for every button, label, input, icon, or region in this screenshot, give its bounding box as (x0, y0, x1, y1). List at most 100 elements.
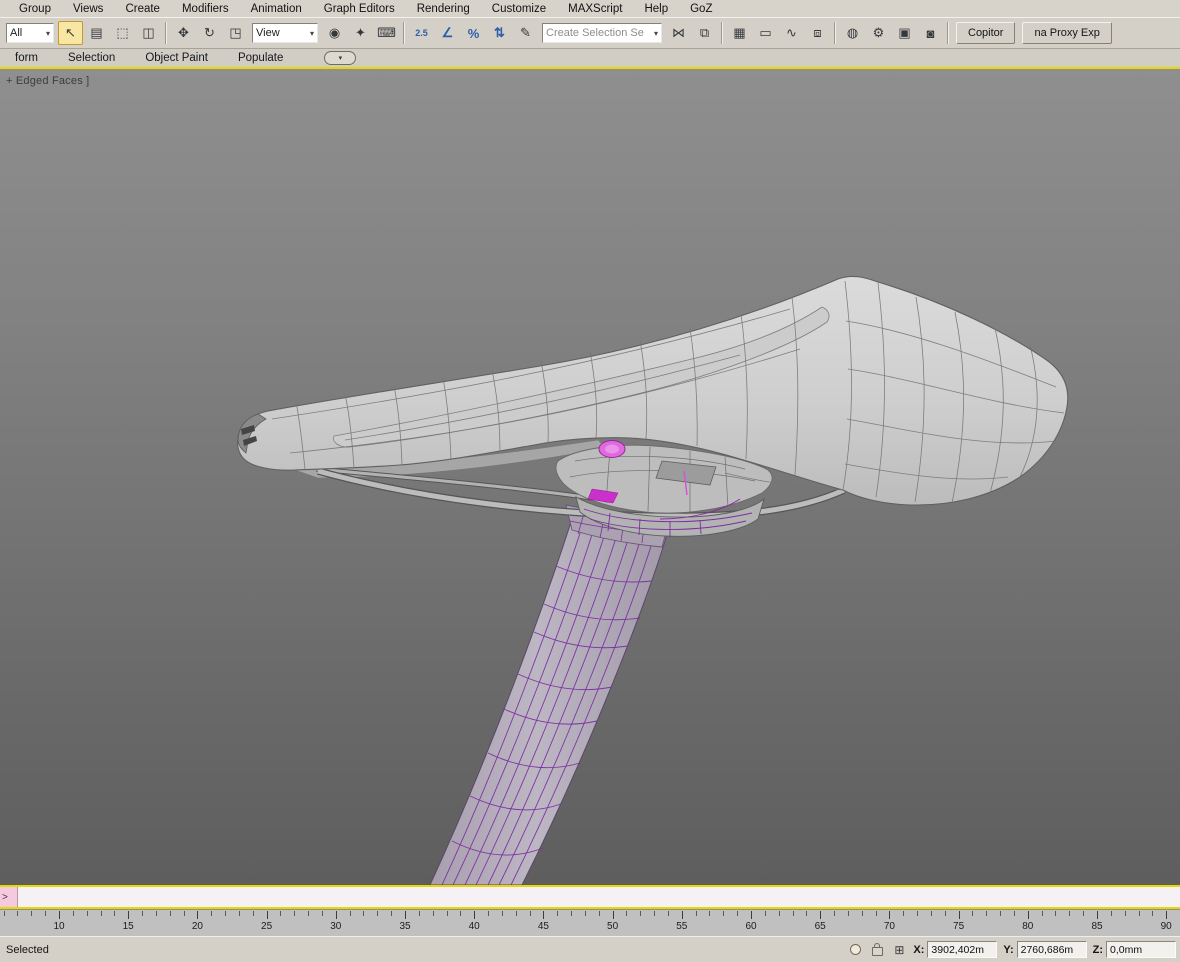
timeline-tick (986, 911, 987, 916)
seatpost[interactable] (430, 519, 668, 885)
macro-recorder-pane[interactable]: > (0, 887, 18, 907)
window-crossing-icon[interactable]: ◫ (136, 21, 161, 45)
timeline-tick (626, 911, 627, 916)
ribbon-tabs: formSelectionObject PaintPopulate (0, 52, 298, 64)
timeline-tick (709, 911, 710, 916)
named-selection-sets-dropdown[interactable]: Create Selection Se▾ (542, 23, 662, 43)
align-icon[interactable]: ⧉ (692, 21, 717, 45)
keyboard-shortcut-override-icon[interactable]: ⌨ (374, 21, 399, 45)
viewport-3d-canvas[interactable] (0, 69, 1180, 885)
timeline-tick (253, 911, 254, 916)
use-pivot-point-icon[interactable]: ◉ (322, 21, 347, 45)
select-and-manipulate-icon[interactable]: ✦ (348, 21, 373, 45)
timeline-tick (640, 911, 641, 916)
rectangular-selection-region-icon[interactable]: ⬚ (110, 21, 135, 45)
isolate-selection-icon[interactable] (847, 942, 863, 958)
timeline-tick-label: 45 (538, 921, 549, 932)
timeline-tick-label: 90 (1161, 921, 1172, 932)
chevron-down-icon: ▾ (310, 29, 314, 38)
menu-customize[interactable]: Customize (481, 2, 557, 16)
menu-graph-editors[interactable]: Graph Editors (313, 2, 406, 16)
statusbar: Selected ⊞ X: 3902,402m Y: 2760,686m Z: … (0, 936, 1180, 962)
curve-editor-icon[interactable]: ∿ (779, 21, 804, 45)
edit-named-selection-sets-icon[interactable]: ✎ (513, 21, 538, 45)
timeline-tick (87, 911, 88, 916)
timeline-tick-label: 25 (261, 921, 272, 932)
timeline-tick (1097, 911, 1098, 919)
select-by-name-icon[interactable]: ▤ (84, 21, 109, 45)
timeline-tick (322, 911, 323, 916)
timeline-tick (17, 911, 18, 916)
ribbon-tab-object-paint[interactable]: Object Paint (130, 52, 223, 64)
toolbar-separator (834, 22, 836, 44)
timeline-tick-label: 50 (607, 921, 618, 932)
timeline-tick-label: 20 (192, 921, 203, 932)
z-coordinate-field[interactable]: 0,0mm (1106, 941, 1176, 958)
menu-modifiers[interactable]: Modifiers (171, 2, 240, 16)
mirror-icon[interactable]: ⋈ (666, 21, 691, 45)
menu-rendering[interactable]: Rendering (406, 2, 481, 16)
timeline-tick (1152, 911, 1153, 916)
timeline-tick (1055, 911, 1056, 916)
timeline-tick (1083, 911, 1084, 916)
selection-filter-dropdown[interactable]: All▾ (6, 23, 54, 43)
select-and-move-icon[interactable]: ✥ (171, 21, 196, 45)
timeline-tick-label: 15 (123, 921, 134, 932)
timeline-tick (1028, 911, 1029, 919)
timeline-tick (599, 911, 600, 916)
timeline-tick (350, 911, 351, 916)
timeline-tick (1139, 911, 1140, 916)
spinner-snap-icon[interactable]: ⇅ (487, 21, 512, 45)
menu-goz[interactable]: GoZ (679, 2, 723, 16)
lock-selection-icon[interactable] (869, 942, 885, 958)
menu-help[interactable]: Help (633, 2, 679, 16)
timeline-ruler[interactable]: 1015202530354045505560657075808590 (0, 909, 1180, 936)
render-setup-icon[interactable]: ⚙ (866, 21, 891, 45)
timeline-tick (557, 911, 558, 916)
maxscript-mini-listener[interactable]: > (0, 885, 1180, 909)
timeline-tick (142, 911, 143, 916)
snap-toggle-2-5d-icon[interactable]: 2.5 (409, 21, 434, 45)
menu-create[interactable]: Create (114, 2, 171, 16)
select-and-scale-icon[interactable]: ◳ (223, 21, 248, 45)
timeline-tick (959, 911, 960, 919)
menu-animation[interactable]: Animation (240, 2, 313, 16)
timeline-tick (156, 911, 157, 916)
graphite-ribbon-toggle-icon[interactable]: ▭ (753, 21, 778, 45)
reference-coordinate-system-dropdown[interactable]: View▾ (252, 23, 318, 43)
x-coordinate-field[interactable]: 3902,402m (927, 941, 997, 958)
schematic-view-icon[interactable]: ⧈ (805, 21, 830, 45)
chevron-down-icon: ▾ (339, 54, 343, 62)
ribbon-tab-form[interactable]: form (0, 52, 53, 64)
timeline-tick (377, 911, 378, 916)
timeline-tick (779, 911, 780, 916)
timeline-tick (502, 911, 503, 916)
timeline-tick (723, 911, 724, 916)
proxy-exporter-button[interactable]: na Proxy Exp (1022, 22, 1111, 44)
timeline-tick (405, 911, 406, 919)
layer-manager-icon[interactable]: ▦ (727, 21, 752, 45)
menu-maxscript[interactable]: MAXScript (557, 2, 633, 16)
select-and-rotate-icon[interactable]: ↻ (197, 21, 222, 45)
ribbon-tab-populate[interactable]: Populate (223, 52, 298, 64)
timeline-tick (267, 911, 268, 919)
material-editor-icon[interactable]: ◍ (840, 21, 865, 45)
transform-typein-mode-icon[interactable]: ⊞ (891, 942, 907, 958)
copitor-button[interactable]: Copitor (956, 22, 1015, 44)
timeline-tick (682, 911, 683, 919)
ribbon-tab-selection[interactable]: Selection (53, 52, 130, 64)
timeline-tick (654, 911, 655, 916)
select-object-icon[interactable]: ↖ (58, 21, 83, 45)
menu-views[interactable]: Views (62, 2, 114, 16)
render-production-icon[interactable]: ◙ (918, 21, 943, 45)
timeline-tick (516, 911, 517, 916)
perspective-viewport[interactable]: + Edged Faces ] (0, 69, 1180, 885)
angle-snap-icon[interactable]: ∠ (435, 21, 460, 45)
percent-snap-icon[interactable]: % (461, 21, 486, 45)
ribbon-config-button[interactable]: ▾ (324, 51, 356, 65)
listener-pane[interactable] (18, 887, 1180, 907)
menu-group[interactable]: Group (8, 2, 62, 16)
y-coordinate-field[interactable]: 2760,686m (1017, 941, 1087, 958)
timeline-tick (696, 911, 697, 916)
rendered-frame-window-icon[interactable]: ▣ (892, 21, 917, 45)
